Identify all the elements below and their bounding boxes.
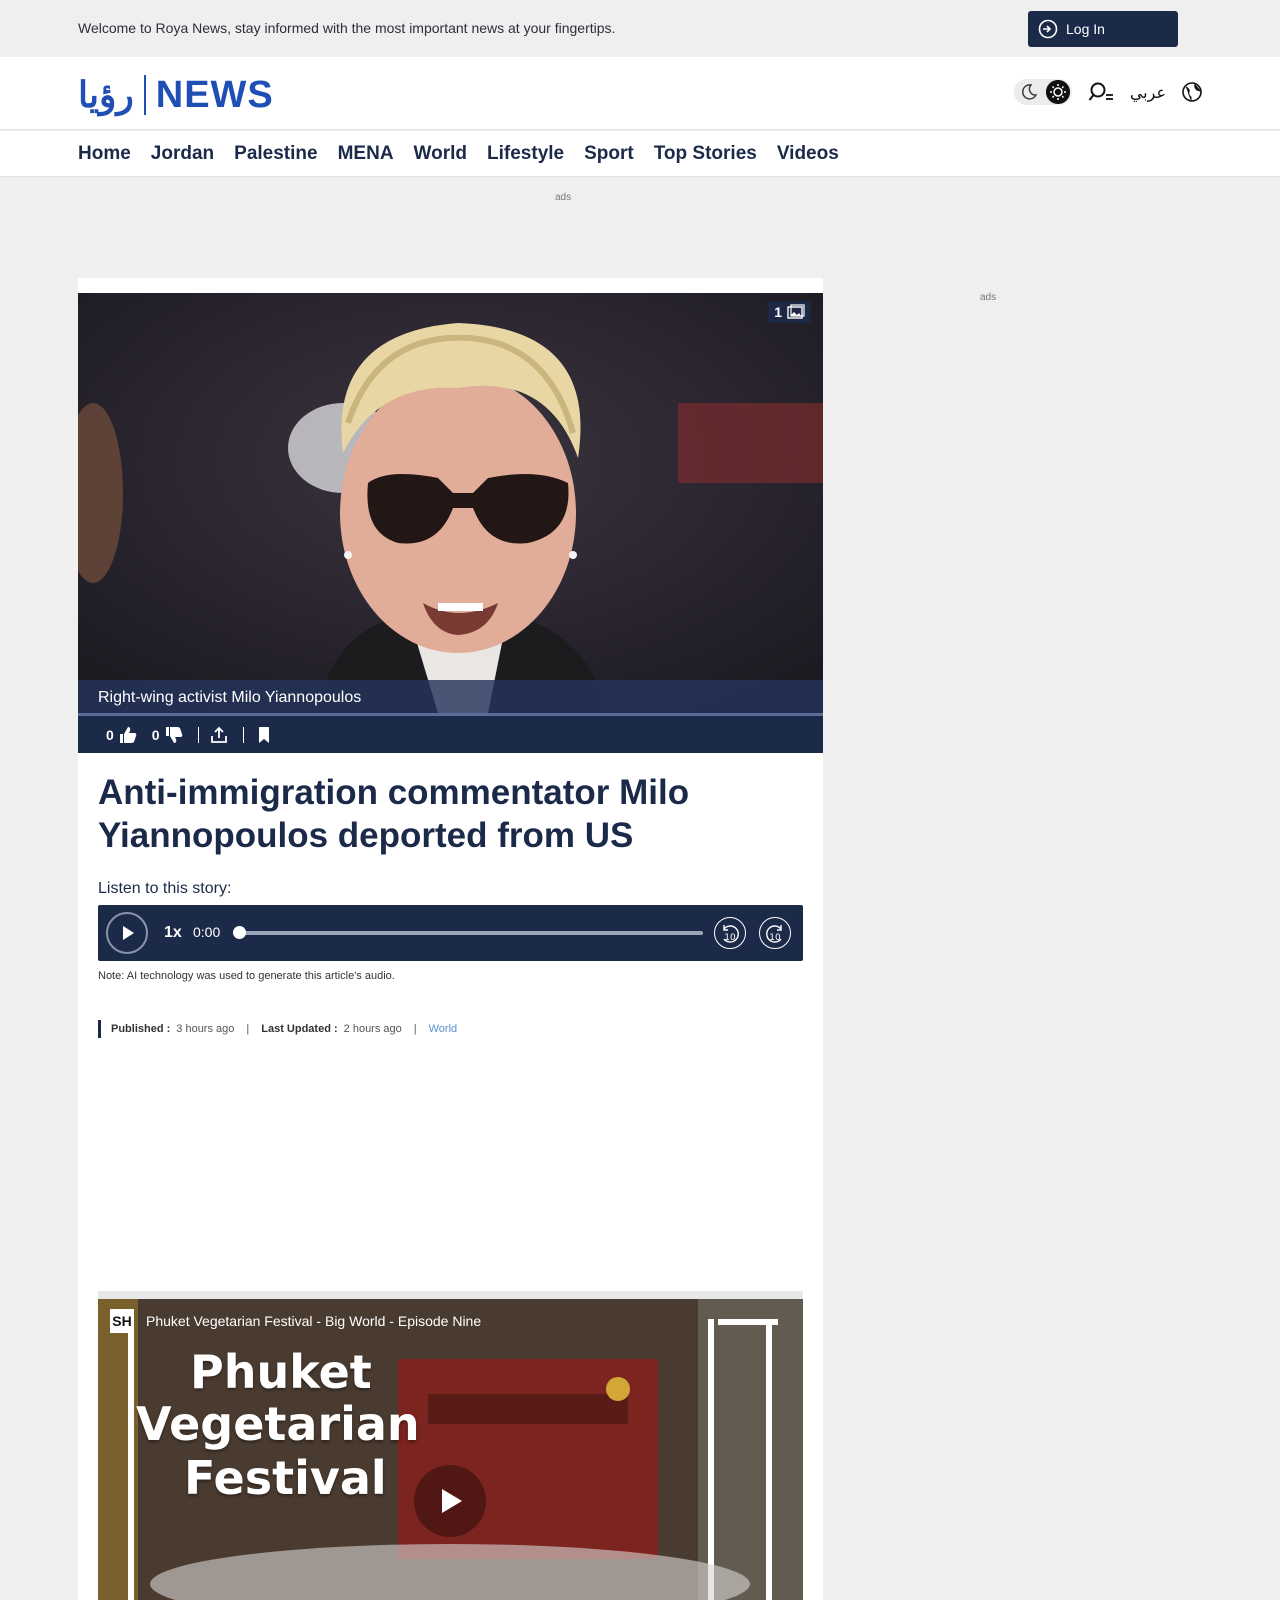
bookmark-icon	[258, 726, 269, 743]
welcome-bar: Welcome to Roya News, stay informed with…	[0, 0, 1280, 57]
forward-10-button[interactable]: 10	[759, 917, 791, 949]
language-switch[interactable]: عربي	[1130, 83, 1166, 102]
hero-image[interactable]: 1 Right-wing activist Milo Yiannopoulos	[78, 293, 823, 713]
site-logo[interactable]: رؤيا NEWS	[78, 71, 274, 119]
overlay-line-1: Phuket	[190, 1345, 372, 1399]
main-nav: Home Jordan Palestine MENA World Lifestyle Spo…	[0, 131, 1280, 177]
article-headline: Anti-immigration commentator Milo Yianno…	[98, 773, 690, 855]
login-button[interactable]: Log In	[1028, 11, 1178, 47]
updated-label: Last Updated :	[261, 1023, 338, 1035]
updated-value: 2 hours ago	[343, 1023, 402, 1035]
nav-item-sport[interactable]: Sport	[584, 143, 634, 165]
play-icon	[123, 926, 134, 940]
article-actions: 0 0	[78, 713, 823, 753]
article-card: 1 Right-wing activist Milo Yiannopoulos …	[78, 278, 823, 1600]
dislike-button[interactable]: 0	[152, 725, 184, 745]
video-play-button[interactable]	[414, 1465, 486, 1537]
current-time: 0:00	[193, 924, 221, 940]
playback-speed[interactable]: 1x	[164, 924, 182, 942]
svg-text:10: 10	[724, 933, 736, 943]
thumbs-up-icon	[119, 726, 137, 743]
nav-item-home[interactable]: Home	[78, 143, 131, 165]
login-label: Log In	[1066, 21, 1105, 37]
nav-item-palestine[interactable]: Palestine	[234, 143, 317, 165]
theme-toggle[interactable]	[1013, 79, 1072, 105]
play-button[interactable]	[106, 912, 148, 954]
progress-thumb[interactable]	[233, 926, 246, 939]
globe-icon[interactable]	[1182, 82, 1202, 102]
listen-label: Listen to this story:	[98, 880, 232, 897]
play-icon	[442, 1489, 462, 1513]
header-tools: عربي	[1013, 79, 1202, 105]
published-label: Published :	[111, 1023, 171, 1035]
gallery-icon	[787, 304, 805, 319]
nav-list: Home Jordan Palestine MENA World Lifestyle Spo…	[78, 143, 859, 165]
nav-item-lifestyle[interactable]: Lifestyle	[487, 143, 564, 165]
nav-item-videos[interactable]: Videos	[777, 143, 839, 165]
search-icon[interactable]	[1088, 81, 1114, 103]
rewind-10-button[interactable]: 10	[714, 917, 746, 949]
site-header: رؤيا NEWS عربي	[0, 57, 1280, 130]
like-count: 0	[106, 726, 114, 743]
article-meta: Published : 3 hours ago | Last Updated :…	[98, 1020, 457, 1038]
logo-divider	[143, 75, 146, 115]
portrait-illustration	[78, 293, 823, 713]
overlay-line-2: Vegetarian	[136, 1397, 420, 1451]
channel-badge[interactable]: SH	[110, 1309, 134, 1333]
progress-track[interactable]	[238, 931, 703, 935]
embedded-video[interactable]: SH Phuket Vegetarian Festival - Big Worl…	[98, 1291, 803, 1600]
rewind-10-icon: 10	[722, 924, 739, 943]
bookmark-button[interactable]	[254, 725, 274, 745]
image-count-badge[interactable]: 1	[768, 301, 811, 323]
like-button[interactable]: 0	[106, 725, 138, 745]
ai-audio-note: Note: AI technology was used to generate…	[98, 970, 395, 982]
ad-label-top: ads	[555, 192, 572, 203]
nav-item-jordan[interactable]: Jordan	[151, 143, 214, 165]
ad-label-side: ads	[980, 292, 997, 303]
thumbs-down-icon	[165, 726, 182, 743]
logo-english: NEWS	[155, 73, 274, 116]
forward-10-icon: 10	[765, 924, 782, 943]
image-count: 1	[774, 304, 782, 320]
overlay-line-3: Festival	[184, 1451, 387, 1505]
share-button[interactable]	[209, 725, 229, 745]
sun-icon	[1045, 80, 1070, 104]
dislike-count: 0	[151, 726, 160, 743]
login-icon	[1038, 19, 1058, 39]
moon-icon	[1021, 84, 1038, 100]
category-link[interactable]: World	[429, 1023, 458, 1035]
nav-item-world[interactable]: World	[414, 143, 467, 165]
audio-player: 1x 0:00 10 10	[98, 905, 803, 961]
nav-item-top-stories[interactable]: Top Stories	[654, 143, 757, 165]
logo-arabic: رؤيا	[78, 74, 134, 116]
action-divider	[197, 726, 199, 743]
nav-item-mena[interactable]: MENA	[338, 143, 394, 165]
svg-text:10: 10	[769, 933, 781, 943]
video-title[interactable]: Phuket Vegetarian Festival - Big World -…	[146, 1313, 481, 1329]
published-value: 3 hours ago	[176, 1023, 235, 1035]
action-divider	[242, 726, 244, 743]
welcome-text: Welcome to Roya News, stay informed with…	[78, 20, 616, 36]
meta-separator: |	[413, 1023, 417, 1035]
image-caption: Right-wing activist Milo Yiannopoulos	[78, 680, 823, 713]
meta-separator: |	[246, 1023, 250, 1035]
share-icon	[210, 726, 227, 743]
